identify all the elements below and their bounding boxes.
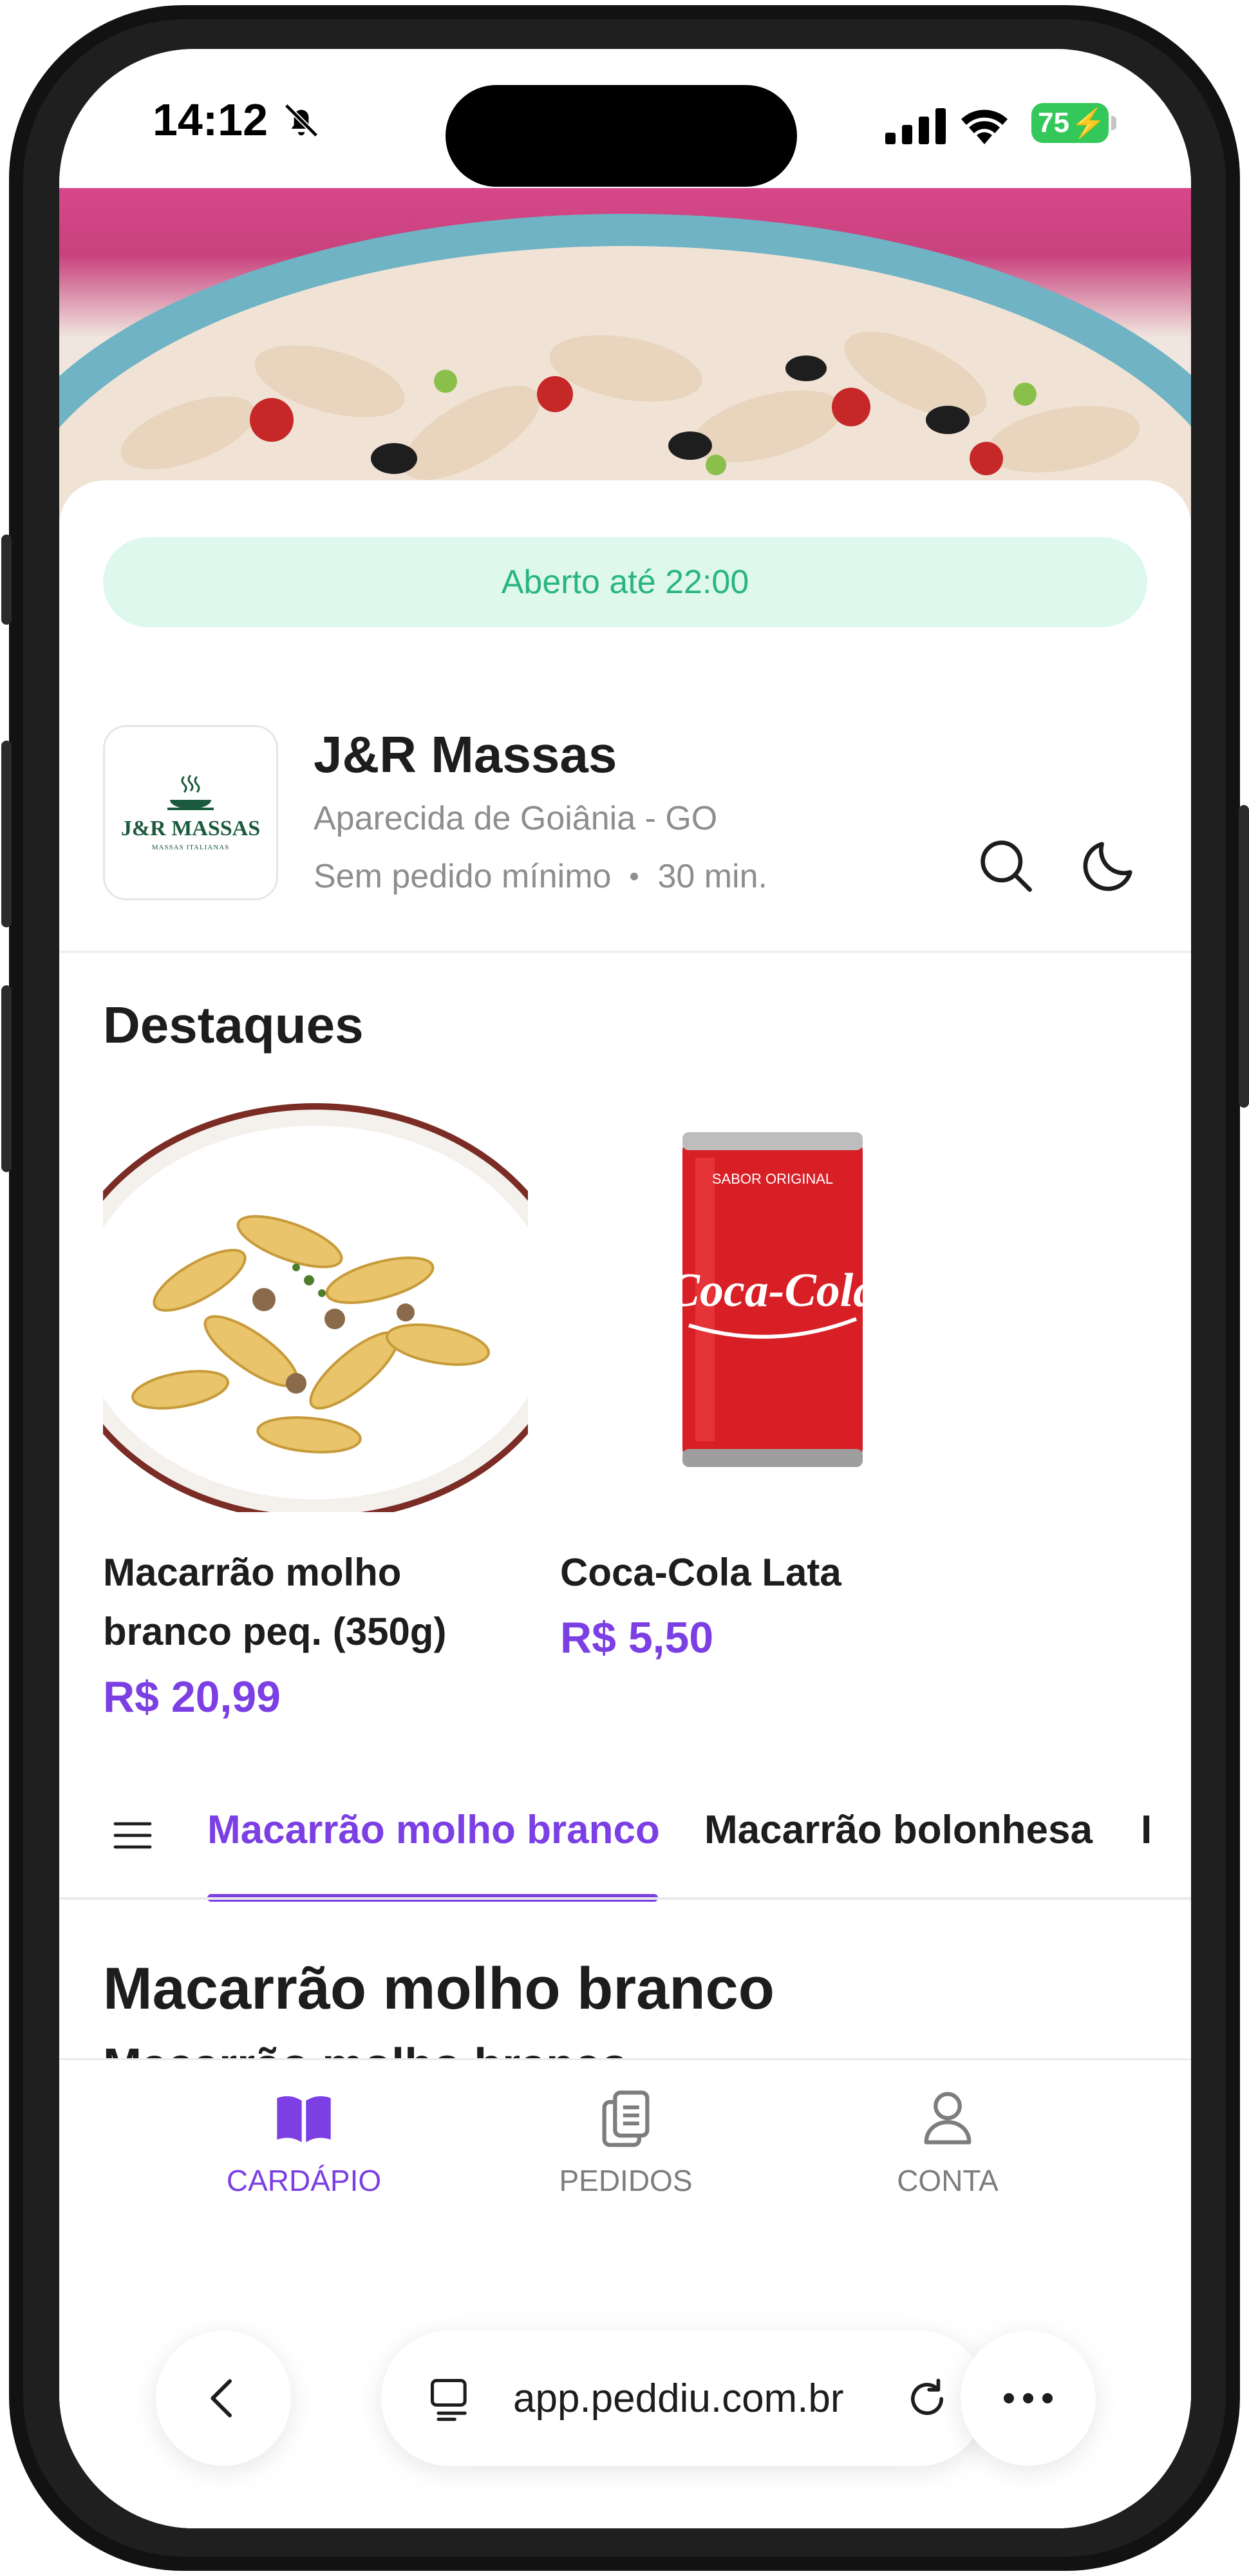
- action-button: [1, 535, 12, 625]
- nav-conta[interactable]: CONTA: [838, 2086, 1057, 2198]
- separator-dot: [630, 873, 639, 880]
- volume-up-button: [1, 741, 12, 927]
- highlight-card[interactable]: Macarrão molho branco peq. (350g) R$ 20,…: [103, 1087, 528, 1722]
- search-icon[interactable]: [973, 833, 1038, 898]
- menu-icon[interactable]: [109, 1812, 156, 1859]
- header-divider: [59, 951, 1191, 953]
- moon-icon[interactable]: [1076, 833, 1141, 898]
- tab-macarrao-bolonhesa[interactable]: Macarrão bolonhesa: [704, 1807, 1093, 1853]
- highlight-name: Coca-Cola Lata: [560, 1543, 985, 1602]
- category-tabs: Macarrão molho branco Macarrão bolonhesa…: [59, 1781, 1191, 1904]
- highlight-price: R$ 5,50: [560, 1613, 714, 1662]
- nav-label: CARDÁPIO: [226, 2164, 382, 2197]
- highlight-card[interactable]: SABOR ORIGINAL Coca-Cola Coca-Cola Lata …: [560, 1087, 985, 1663]
- battery-level: 75: [1038, 107, 1069, 138]
- battery-indicator: 75 ⚡: [1031, 103, 1116, 143]
- nav-label: CONTA: [897, 2164, 999, 2197]
- can-top-text: SABOR ORIGINAL: [712, 1171, 833, 1187]
- coca-cola-can-image: SABOR ORIGINAL Coca-Cola: [560, 1087, 985, 1512]
- highlight-name-line1: Macarrão molho: [103, 1551, 402, 1594]
- min-order-text: Sem pedido mínimo: [314, 858, 612, 895]
- store-name: J&R Massas: [314, 726, 617, 783]
- nav-pedidos[interactable]: PEDIDOS: [516, 2086, 735, 2198]
- nav-cardapio[interactable]: CARDÁPIO: [194, 2086, 413, 2198]
- chevron-left-icon: [211, 2379, 232, 2418]
- power-button: [1239, 805, 1249, 1108]
- more-icon: [1004, 2393, 1053, 2403]
- clipboard-icon: [602, 2090, 650, 2147]
- tab-next-category[interactable]: I: [1141, 1807, 1152, 1853]
- pasta-dish-image: [103, 1087, 528, 1512]
- bottom-area: CARDÁPIO PEDIDOS CONTA app.peddiu.com.br: [59, 2058, 1191, 2528]
- book-open-icon: [277, 2096, 331, 2143]
- highlight-name-line1: Coca-Cola Lata: [560, 1551, 841, 1594]
- url-text: app.peddiu.com.br: [513, 2376, 844, 2421]
- store-logo: J&R MASSAS MASSAS ITALIANAS: [103, 725, 278, 900]
- status-time: 14:12: [153, 95, 268, 145]
- highlights-title: Destaques: [103, 996, 364, 1054]
- store-meta: Sem pedido mínimo 30 min.: [314, 857, 767, 896]
- charging-bolt-icon: ⚡: [1070, 108, 1106, 139]
- tabs-divider: [59, 1897, 1191, 1900]
- highlight-name-line2: branco peq. (350g): [103, 1610, 447, 1653]
- phone-screen: 14:12 75 ⚡ Aberto até 22:00 J&R MASSAS M…: [59, 49, 1191, 2528]
- bell-off-icon: [284, 103, 319, 138]
- tab-macarrao-molho-branco[interactable]: Macarrão molho branco: [207, 1807, 660, 1853]
- signal-icon: [885, 108, 946, 144]
- delivery-time: 30 min.: [657, 858, 767, 895]
- wifi-icon: [961, 109, 1008, 144]
- logo-subtitle: MASSAS ITALIANAS: [151, 844, 230, 851]
- page-menu-icon[interactable]: [426, 2374, 475, 2423]
- dynamic-island: [446, 85, 797, 187]
- user-icon: [924, 2092, 972, 2145]
- highlight-price: R$ 20,99: [103, 1672, 281, 1721]
- nav-label: PEDIDOS: [559, 2164, 693, 2197]
- volume-down-button: [1, 985, 12, 1172]
- steaming-dish-icon: [167, 774, 214, 810]
- open-status-banner: Aberto até 22:00: [103, 537, 1147, 627]
- browser-back-button[interactable]: [156, 2331, 291, 2466]
- status-bar: 14:12 75 ⚡: [59, 49, 1191, 188]
- address-bar[interactable]: app.peddiu.com.br: [381, 2331, 986, 2466]
- can-brand-text: Coca-Cola: [668, 1264, 878, 1317]
- store-location: Aparecida de Goiânia - GO: [314, 800, 718, 837]
- category-title: Macarrão molho branco: [103, 1956, 775, 2022]
- highlight-name: Macarrão molho branco peq. (350g): [103, 1543, 528, 1662]
- reload-icon[interactable]: [903, 2374, 952, 2423]
- logo-name: J&R MASSAS: [120, 817, 261, 840]
- browser-more-button[interactable]: [961, 2331, 1096, 2466]
